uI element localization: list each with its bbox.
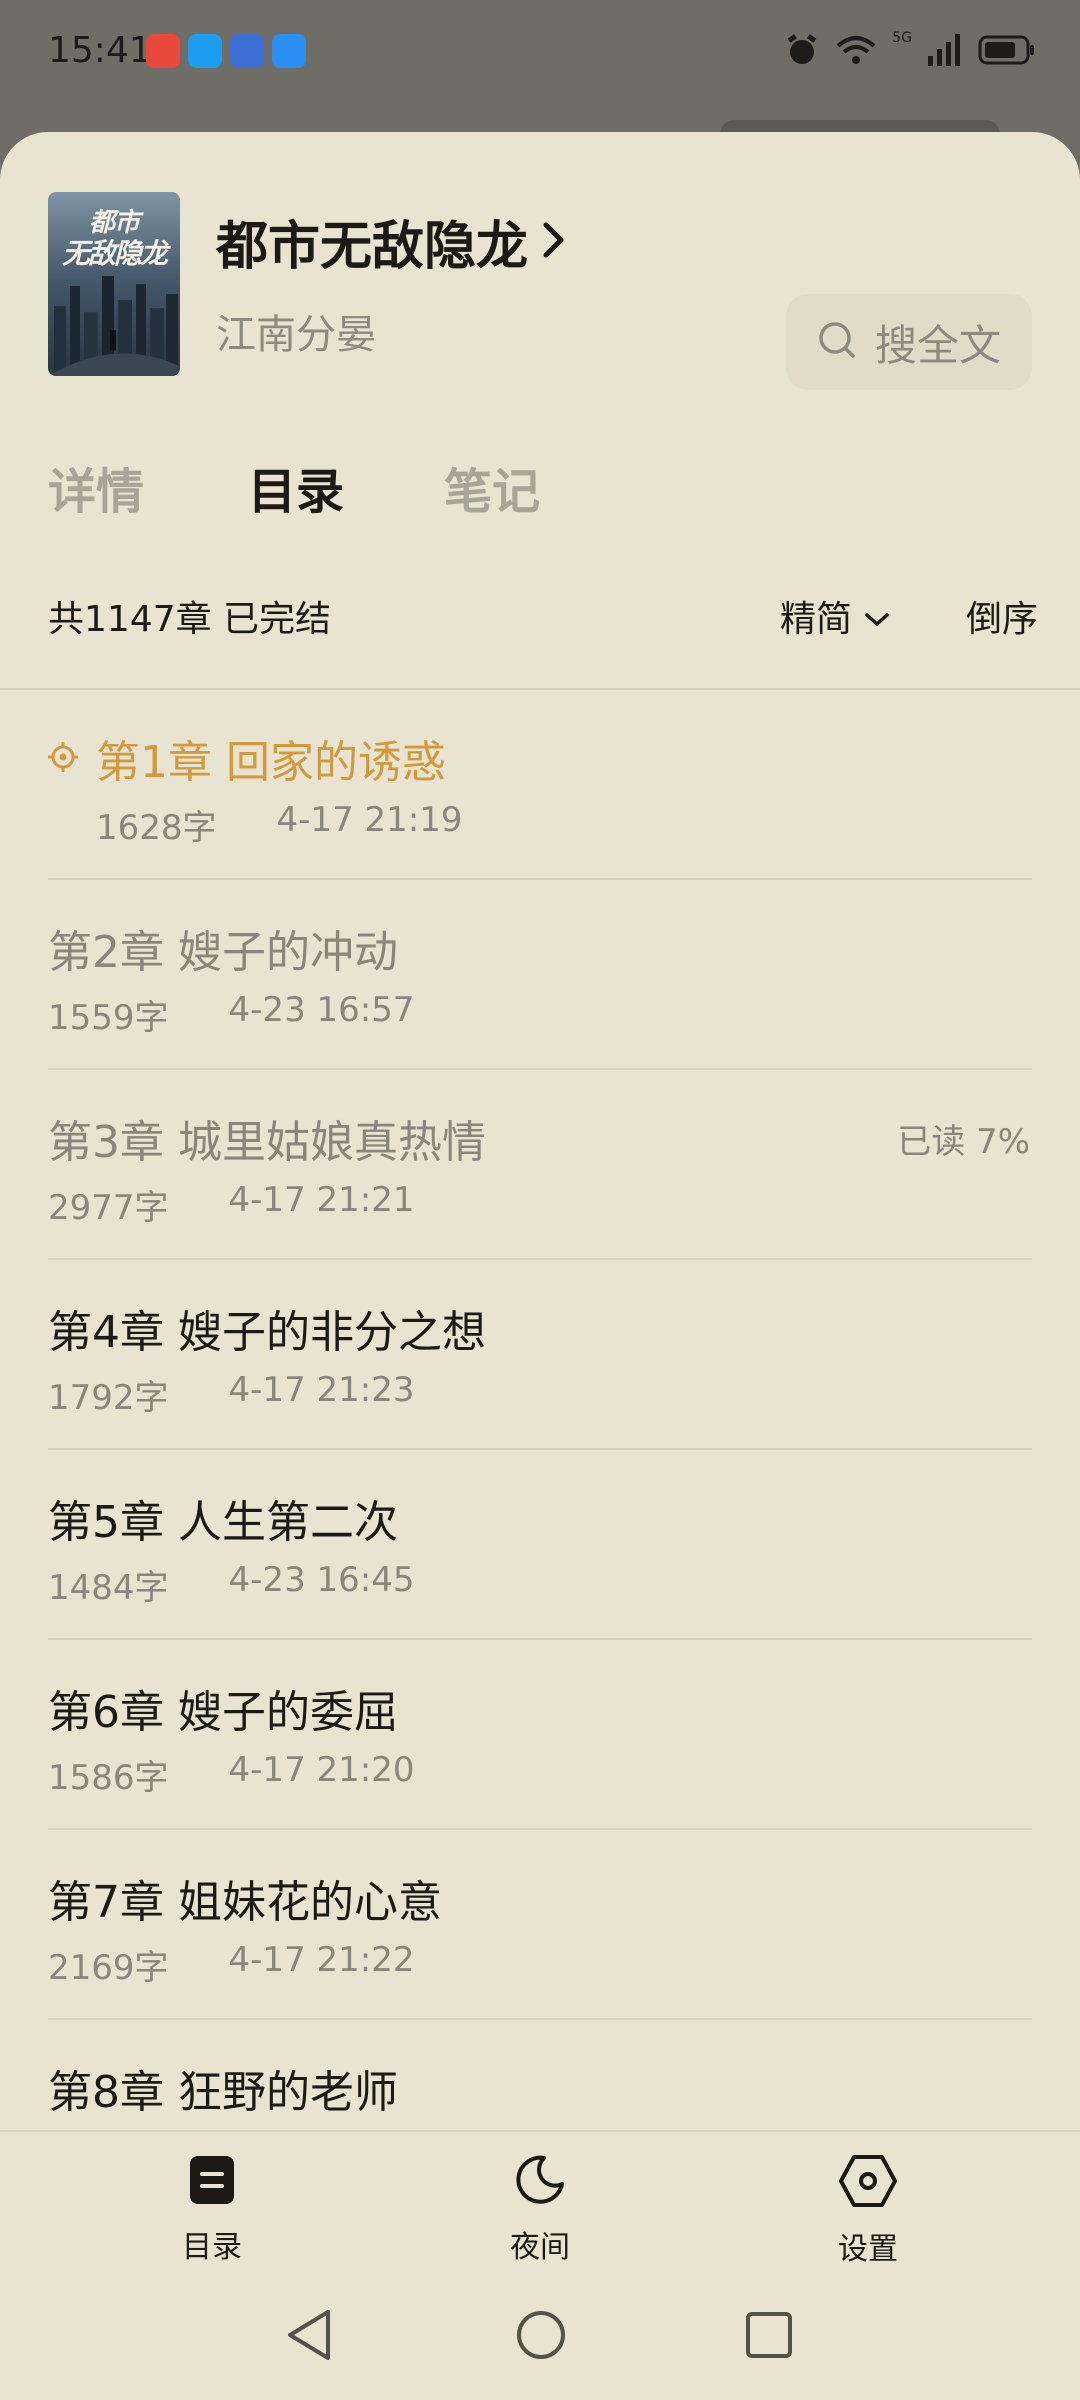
notification-app-icon [146,34,180,68]
nav-night-mode-button[interactable]: 夜间 [440,2154,640,2266]
chapter-read-progress: 已读 7% [897,1122,1030,1162]
book-cover[interactable]: 都市 无敌隐龙 [48,192,180,376]
cover-title-line2: 无敌隐龙 [61,237,168,270]
settings-hexagon-icon [838,2155,898,2212]
filter-label: 精简 [780,599,853,640]
nav-settings-button[interactable]: 设置 [768,2154,968,2268]
chapter-title: 第3章 城里姑娘真热情 [48,1117,486,1168]
notification-app-icon [272,34,306,68]
wifi-icon [836,34,876,66]
tab-details[interactable]: 详情 [48,452,144,522]
cover-skyline-image [48,275,180,376]
chapter-word-count: 1559字 [48,998,169,1038]
chapter-date: 4-17 21:19 [276,800,463,840]
chapter-title: 第8章 狂野的老师 [48,2067,398,2118]
chapter-summary: 共1147章 已完结 [48,599,332,640]
status-bar: 15:41 5G [0,0,1080,110]
signal-icon [928,34,962,66]
search-label: 搜全文 [874,320,1001,370]
chapter-date: 4-17 21:21 [228,1180,415,1220]
toc-icon [188,2156,236,2210]
chapter-row[interactable]: 第5章 人生第二次 1484字 4-23 16:45 [0,1450,1080,1640]
chapter-word-count: 2169字 [48,1948,169,1988]
chevron-right-icon [542,212,566,272]
chapter-row[interactable]: 第6章 嫂子的委屈 1586字 4-17 21:20 [0,1640,1080,1830]
chapter-date: 4-23 16:57 [228,990,415,1030]
nav-catalog-button[interactable]: 目录 [112,2154,312,2266]
recents-square-icon[interactable] [744,2308,794,2366]
chapter-title: 第5章 人生第二次 [48,1497,398,1548]
reverse-order-button[interactable]: 倒序 [966,590,1038,642]
chapter-list: 第1章 回家的诱惑 1628字 4-17 21:19 第2章 嫂子的冲动 1559… [0,690,1080,2210]
catalog-sheet: 都市 无敌隐龙 都市无敌隐龙 江南分晏 搜全文 详情 目录 笔记 共1147章 … [0,132,1080,2400]
chapter-row[interactable]: 第3章 城里姑娘真热情 已读 7% 2977字 4-17 21:21 [0,1070,1080,1260]
search-icon [817,320,857,364]
chapter-title: 第2章 嫂子的冲动 [48,927,398,978]
chapter-title: 第1章 回家的诱惑 [96,737,446,788]
chapter-word-count: 1484字 [48,1568,169,1608]
tab-catalog[interactable]: 目录 [248,452,344,522]
bottom-toolbar: 目录 夜间 设置 [0,2130,1080,2400]
chapter-date: 4-17 21:20 [228,1750,415,1790]
chapter-row[interactable]: 第7章 姐妹花的心意 2169字 4-17 21:22 [0,1830,1080,2020]
tab-notes[interactable]: 笔记 [444,452,540,522]
notification-app-icon [230,34,264,68]
search-fulltext-button[interactable]: 搜全文 [786,294,1032,390]
filter-dropdown[interactable]: 精简 [780,590,890,642]
chapter-title: 第7章 姐妹花的心意 [48,1877,442,1928]
chapter-word-count: 1792字 [48,1378,169,1418]
chapter-date: 4-17 21:23 [228,1370,415,1410]
chapter-date: 4-23 16:45 [228,1560,415,1600]
nav-night-mode-label: 夜间 [510,2230,570,2265]
back-triangle-icon[interactable] [284,2308,334,2366]
nav-settings-label: 设置 [838,2232,898,2267]
chapter-word-count: 2977字 [48,1188,169,1228]
chapter-word-count: 1586字 [48,1758,169,1798]
chevron-down-icon [864,596,890,637]
chapter-row[interactable]: 第1章 回家的诱惑 1628字 4-17 21:19 [0,690,1080,880]
nav-catalog-label: 目录 [182,2230,242,2265]
book-title: 都市无敌隐龙 [216,217,529,277]
chapter-row[interactable]: 第2章 嫂子的冲动 1559字 4-23 16:57 [0,880,1080,1070]
battery-icon [978,34,1036,66]
notification-app-icon [188,34,222,68]
chapter-title: 第4章 嫂子的非分之想 [48,1307,486,1358]
status-time: 15:41 [48,30,152,71]
current-location-icon [48,742,78,776]
chapter-title: 第6章 嫂子的委屈 [48,1687,398,1738]
home-circle-icon[interactable] [514,2308,568,2366]
chapter-row[interactable]: 第4章 嫂子的非分之想 1792字 4-17 21:23 [0,1260,1080,1450]
network-type-label: 5G [892,30,912,46]
chapter-word-count: 1628字 [96,808,217,848]
book-title-link[interactable]: 都市无敌隐龙 [216,204,566,279]
chapter-date: 4-17 21:22 [228,1940,415,1980]
moon-icon [514,2155,566,2210]
book-author: 江南分晏 [216,312,376,358]
alarm-icon [784,32,820,68]
